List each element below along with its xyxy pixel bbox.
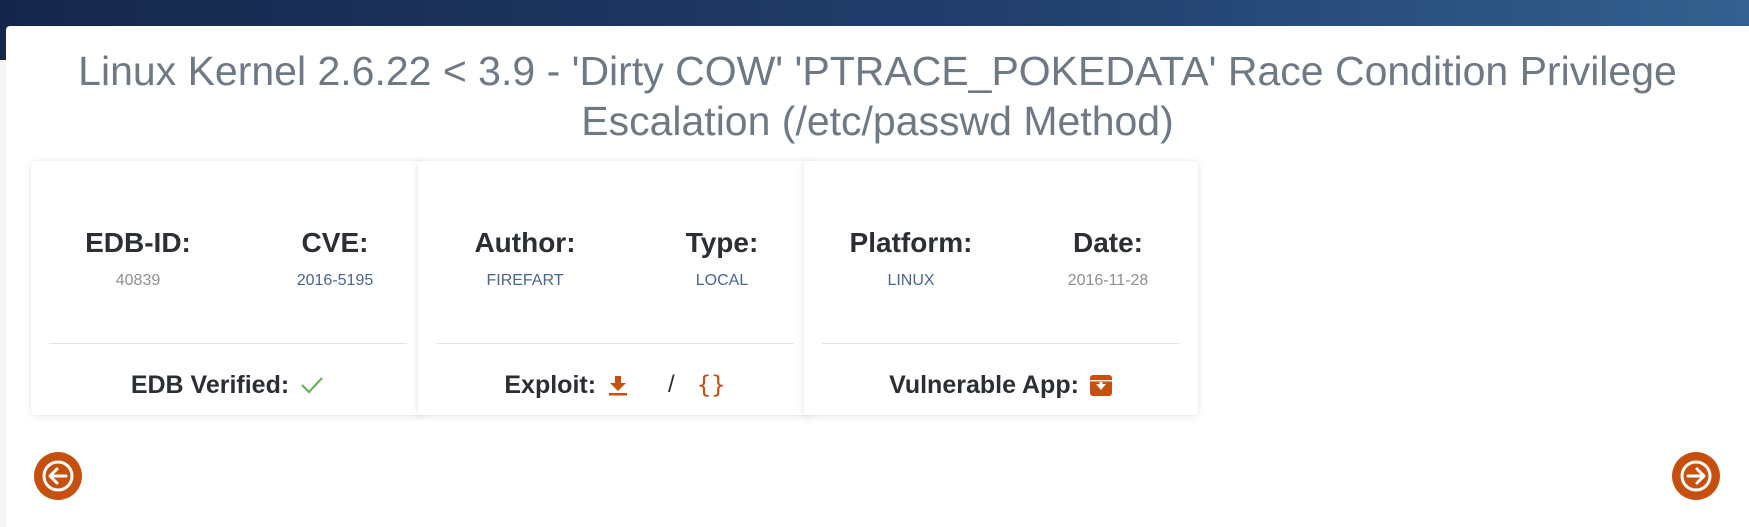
card-divider [822, 343, 1180, 344]
exploit-separator: / [668, 371, 675, 398]
author-column: Author: FIREFART [435, 227, 615, 291]
date-value: 2016-11-28 [1067, 272, 1149, 289]
type-column: Type: LOCAL [632, 227, 812, 291]
vulnerable-app-row: Vulnerable App: [804, 365, 1198, 405]
date-column: Date: 2016-11-28 [1018, 227, 1198, 291]
page-title: Linux Kernel 2.6.22 < 3.9 - 'Dirty COW' … [78, 48, 1677, 144]
author-link[interactable]: FIREFART [435, 271, 615, 291]
platform-column: Platform: LINUX [821, 227, 1001, 291]
edb-verified-row: EDB Verified: [31, 365, 425, 405]
check-icon [299, 375, 325, 395]
date-label: Date: [1072, 227, 1143, 258]
author-label: Author: [474, 227, 576, 258]
exploit-row: Exploit: / {} [418, 365, 812, 405]
vulnerable-app-label: Vulnerable App: [889, 370, 1079, 399]
arrow-right-icon [1678, 458, 1714, 494]
code-braces-icon[interactable]: {} [697, 371, 726, 399]
platform-link[interactable]: LINUX [821, 271, 1001, 291]
exploit-detail-panel: Linux Kernel 2.6.22 < 3.9 - 'Dirty COW' … [6, 26, 1749, 527]
edb-info-card: EDB-ID: 40839 CVE: 2016-5195 EDB Verifie… [31, 161, 425, 415]
download-icon[interactable] [606, 373, 630, 397]
cve-link[interactable]: 2016-5195 [245, 271, 425, 291]
cve-label: CVE: [301, 227, 369, 258]
edb-id-column: EDB-ID: 40839 [48, 227, 228, 291]
cve-column: CVE: 2016-5195 [245, 227, 425, 291]
type-link[interactable]: LOCAL [632, 271, 812, 291]
previous-exploit-button[interactable] [34, 452, 82, 500]
card-divider [49, 343, 407, 344]
platform-label: Platform: [849, 227, 973, 258]
type-label: Type: [685, 227, 759, 258]
arrow-left-icon [40, 458, 76, 494]
edb-id-label: EDB-ID: [85, 227, 191, 258]
platform-info-card: Platform: LINUX Date: 2016-11-28 Vulnera… [804, 161, 1198, 415]
archive-download-icon[interactable] [1089, 373, 1113, 397]
edb-verified-label: EDB Verified: [130, 370, 290, 399]
edb-id-value: 40839 [115, 272, 161, 289]
next-exploit-button[interactable] [1672, 452, 1720, 500]
card-divider [436, 343, 794, 344]
author-info-card: Author: FIREFART Type: LOCAL Exploit: / … [418, 161, 812, 415]
exploit-label: Exploit: [504, 370, 597, 399]
